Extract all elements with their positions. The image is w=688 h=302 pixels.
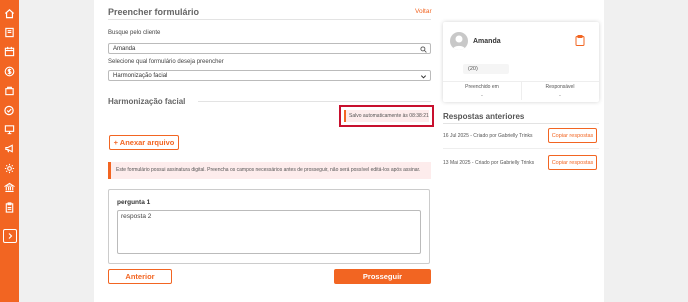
divider (443, 123, 599, 124)
response-info: 16 Jul 2025 - Criado por Gabrielly Trink… (443, 133, 533, 139)
copy-responses-button[interactable]: Copiar respostas (548, 155, 597, 170)
bank-icon[interactable] (3, 181, 16, 194)
client-search-input[interactable]: Amanda (108, 43, 431, 54)
clipboard-icon[interactable] (575, 35, 585, 46)
avatar (450, 32, 468, 50)
list-item: 16 Jul 2025 - Criado por Gabrielly Trink… (443, 128, 599, 144)
client-id-pill: (20) (463, 64, 509, 74)
question-card: pergunta 1 resposta 2 (108, 189, 430, 264)
filled-date-value: - (481, 93, 483, 99)
autosave-highlight: Salvo automaticamente às 08:38:21 (339, 105, 434, 127)
client-search-value: Amanda (113, 46, 136, 52)
next-button[interactable]: Prosseguir (334, 269, 431, 284)
megaphone-icon[interactable] (3, 142, 16, 155)
attach-file-button[interactable]: + Anexar arquivo (109, 135, 179, 150)
main-panel: Preencher formulário Voltar Busque pelo … (94, 0, 604, 302)
responsible-label: Responsável (545, 84, 575, 90)
copy-responses-button[interactable]: Copiar respostas (548, 128, 597, 143)
sidebar (0, 0, 19, 302)
divider (198, 101, 431, 102)
bag-icon[interactable] (3, 84, 16, 97)
client-name: Amanda (473, 38, 501, 45)
divider (108, 19, 431, 20)
dollar-icon[interactable] (3, 65, 16, 78)
question-label: pergunta 1 (117, 199, 151, 206)
sidebar-expand-button[interactable] (3, 229, 17, 243)
answer-textarea[interactable]: resposta 2 (117, 210, 421, 254)
home-icon[interactable] (3, 7, 16, 20)
list-item: 13 Mai 2025 - Criado por Gabrielly Trink… (443, 155, 599, 171)
signature-alert: Este formulário possui assinatura digita… (108, 162, 431, 179)
search-icon (420, 46, 427, 53)
form-select[interactable]: Harmonização facial (108, 70, 431, 81)
page-title: Preencher formulário (108, 7, 200, 17)
chevron-right-icon (8, 233, 13, 239)
calendar-icon[interactable] (3, 45, 16, 58)
divider (443, 148, 599, 149)
response-info: 13 Mai 2025 - Criado por Gabrielly Trink… (443, 160, 535, 166)
responsible-value: - (559, 93, 561, 99)
form-select-label: Selecione qual formulário deseja preench… (108, 59, 224, 65)
check-circle-icon[interactable] (3, 104, 16, 117)
clipboard-icon[interactable] (3, 201, 16, 214)
back-link[interactable]: Voltar (415, 8, 432, 15)
gear-icon[interactable] (3, 162, 16, 175)
filled-date-label: Preenchido em (465, 84, 499, 90)
autosave-status: Salvo automaticamente às 08:38:21 (344, 110, 429, 122)
presentation-icon[interactable] (3, 123, 16, 136)
user-icon (452, 35, 466, 50)
book-icon[interactable] (3, 26, 16, 39)
form-select-value: Harmonização facial (113, 73, 168, 79)
previous-responses-title: Respostas anteriores (443, 112, 525, 121)
client-card: Amanda (20) Preenchido em - Responsável … (443, 22, 599, 102)
previous-button[interactable]: Anterior (108, 269, 172, 284)
client-search-label: Busque pelo cliente (108, 30, 161, 36)
section-title: Harmonização facial (108, 97, 186, 106)
chevron-down-icon (420, 75, 427, 79)
